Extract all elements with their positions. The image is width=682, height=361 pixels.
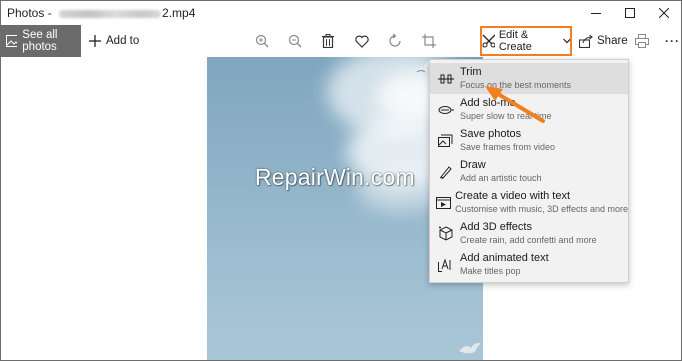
draw-icon <box>430 156 460 187</box>
menu-item-create-video-with-text[interactable]: Create a video with text Customise with … <box>430 187 628 218</box>
menu-item-subtitle: Create rain, add confetti and more <box>460 235 597 245</box>
menu-item-add-animated-text[interactable]: Add animated text Make titles pop <box>430 249 628 280</box>
add-to-button[interactable]: Add to <box>89 25 139 57</box>
animated-text-icon <box>430 249 460 280</box>
minimize-button[interactable] <box>579 1 613 25</box>
zoom-in-button[interactable] <box>248 25 276 57</box>
favorite-button[interactable] <box>348 25 376 57</box>
close-icon <box>659 8 669 18</box>
see-all-photos-button[interactable]: See all photos <box>1 25 81 57</box>
menu-item-subtitle: Save frames from video <box>460 142 556 152</box>
menu-item-draw[interactable]: Draw Add an artistic touch <box>430 156 628 187</box>
chevron-down-icon <box>562 38 571 44</box>
see-all-photos-label: See all photos <box>22 29 58 53</box>
window-title: Photos - 2.mp4 <box>1 6 195 20</box>
close-button[interactable] <box>647 1 681 25</box>
print-icon <box>635 34 649 48</box>
crop-button[interactable] <box>415 25 443 57</box>
zoom-out-button[interactable] <box>281 25 309 57</box>
menu-item-title: Trim <box>460 66 482 78</box>
menu-item-subtitle: Make titles pop <box>460 266 521 276</box>
rotate-button[interactable] <box>381 25 409 57</box>
crop-icon <box>422 34 436 48</box>
share-button[interactable]: Share <box>579 25 628 57</box>
blurred-filename <box>59 9 162 18</box>
share-label: Share <box>597 35 628 47</box>
slo-mo-icon <box>430 94 460 125</box>
watermark-text: RepairWin.com <box>255 164 415 190</box>
seagull-image <box>459 342 481 354</box>
menu-item-save-photos[interactable]: Save photos Save frames from video <box>430 125 628 156</box>
more-options-button[interactable]: ··· <box>665 25 680 57</box>
menu-item-add-3d-effects[interactable]: Add 3D effects Create rain, add confetti… <box>430 218 628 249</box>
minimize-icon <box>591 13 601 14</box>
zoom-out-icon <box>288 34 302 48</box>
save-photos-icon <box>430 125 460 156</box>
window-title-extension: 2.mp4 <box>162 6 196 20</box>
maximize-button[interactable] <box>613 1 647 25</box>
maximize-icon <box>625 8 635 18</box>
menu-item-subtitle: Add an artistic touch <box>460 173 542 183</box>
trim-icon <box>430 63 460 94</box>
print-button[interactable] <box>628 25 656 57</box>
3d-effects-icon <box>430 218 460 249</box>
delete-button[interactable] <box>314 25 342 57</box>
share-icon <box>579 34 593 48</box>
window-title-app: Photos - <box>7 6 56 20</box>
edit-create-icon <box>482 34 495 48</box>
zoom-in-icon <box>255 34 269 48</box>
window-controls <box>579 1 681 25</box>
menu-item-subtitle: Customise with music, 3D effects and mor… <box>455 204 628 214</box>
menu-item-title: Draw <box>460 159 486 171</box>
photos-app-window: Photos - 2.mp4 See all photos Add to Edi… <box>0 0 682 361</box>
add-to-label: Add to <box>106 35 140 47</box>
rotate-icon <box>389 34 401 47</box>
edit-create-button[interactable]: Edit & Create <box>480 26 572 56</box>
title-bar: Photos - 2.mp4 <box>1 1 681 25</box>
video-text-icon <box>430 187 455 218</box>
toolbar: See all photos Add to Edit & Create Shar… <box>1 25 681 57</box>
photos-icon <box>6 35 18 47</box>
menu-item-title: Add animated text <box>460 252 549 264</box>
plus-icon <box>89 35 101 47</box>
menu-item-title: Create a video with text <box>455 190 571 202</box>
edit-create-label: Edit & Create <box>498 29 532 53</box>
annotation-arrow <box>485 86 545 123</box>
trash-icon <box>322 34 334 48</box>
heart-icon <box>355 35 369 48</box>
menu-item-title: Add 3D effects <box>460 221 532 233</box>
menu-item-title: Save photos <box>460 128 522 140</box>
